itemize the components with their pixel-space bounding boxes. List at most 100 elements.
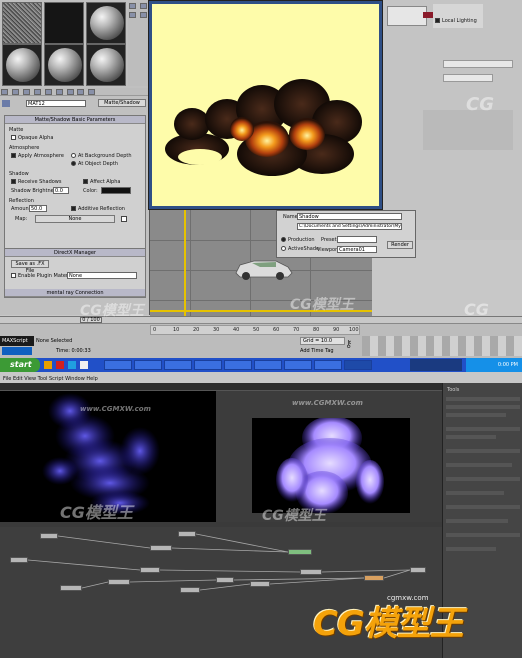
unique-icon[interactable] [55,89,63,95]
fusion-menubar[interactable]: File Edit View Tool Script Window Help [0,375,522,383]
at-object-depth-option[interactable]: At Object Depth [71,161,118,167]
save-fx-button[interactable]: Save as .FX File [11,260,49,274]
map-enable-checkbox[interactable] [121,216,127,222]
watermark: www.CGMXW.com [292,399,363,407]
local-lighting-option[interactable]: Local Lighting [435,18,477,24]
control-row[interactable] [446,505,520,509]
preset-label: Preset: [321,237,339,243]
cg-model-logo: cgmxw.com CG模型王 [313,594,518,644]
clock[interactable]: 0:00 PM [498,360,518,370]
shadow-brightness-field[interactable]: 0.0 [53,187,69,194]
panel-area [423,110,513,150]
map-button[interactable]: None [35,215,115,223]
language-bar[interactable] [410,359,462,371]
control-row[interactable] [446,413,506,417]
taskbar-item[interactable] [314,360,342,370]
effects-channel-icon[interactable] [77,89,85,95]
control-row[interactable] [446,477,520,481]
taskbar-item[interactable] [164,360,192,370]
affect-alpha-option[interactable]: Affect Alpha [83,179,120,185]
taskbar-item[interactable] [134,360,162,370]
material-slot-4[interactable] [2,44,42,86]
taskbar-item[interactable] [284,360,312,370]
show-map-icon[interactable] [88,89,96,95]
directx-manager-title[interactable]: DirectX Manager [5,249,145,257]
time-slider[interactable]: 0 / 100 [0,317,522,324]
receive-shadows-option[interactable]: Receive Shadows [11,179,62,185]
app-icon[interactable] [80,361,88,369]
car-model[interactable] [232,255,294,281]
viewer-right[interactable] [252,418,410,513]
control-row[interactable] [446,397,520,401]
panel-field-3[interactable] [443,74,493,82]
taskbar-item-active[interactable] [344,360,372,370]
control-row[interactable] [446,519,508,523]
at-background-depth-option[interactable]: At Background Depth [71,153,132,159]
apply-atmosphere-option[interactable]: Apply Atmosphere [11,153,64,159]
copy-material-icon[interactable] [44,89,52,95]
taskbar-item[interactable] [254,360,282,370]
control-row[interactable] [446,449,520,453]
panel-field-1[interactable] [387,6,427,26]
background-icon[interactable] [129,12,136,18]
opaque-alpha-option[interactable]: Opaque Alpha [11,135,53,141]
script-input[interactable] [2,347,32,355]
ie-icon[interactable] [44,361,52,369]
app-icon[interactable] [68,361,76,369]
rollout-title[interactable]: Matte/Shadow Basic Parameters [5,116,145,124]
add-time-tag-button[interactable]: Add Time Tag [300,347,345,355]
shadow-color-swatch[interactable] [101,187,131,194]
playback-controls[interactable] [362,336,522,356]
material-type-button[interactable]: Matte/Shadow [98,99,146,107]
additive-reflection-option[interactable]: Additive Reflection [71,206,125,212]
sample-type-icon[interactable] [129,3,136,9]
app-icon[interactable] [56,361,64,369]
control-row[interactable] [446,427,520,431]
active-shade-option[interactable]: ActiveShade [281,246,319,252]
mental-ray-connection-title[interactable]: mental ray Connection [5,289,145,297]
grid-value: Grid = 10.0 [300,337,345,345]
control-row[interactable] [446,533,520,537]
watermark: CG模型王 [60,503,133,522]
reset-material-icon[interactable] [33,89,41,95]
preset-dropdown[interactable] [337,236,377,243]
material-name-field[interactable]: MAT12 [26,100,86,107]
control-row[interactable] [446,491,504,495]
render-button[interactable]: Render [387,241,413,249]
production-option[interactable]: Production [281,237,315,243]
backlight-icon[interactable] [139,3,147,9]
tick-label: 90 [333,327,340,333]
material-slot-1[interactable] [2,2,42,44]
assign-material-icon[interactable] [22,89,30,95]
maxscript-listener[interactable]: MAXScript [0,336,34,346]
output-path-field[interactable]: C:\Documents and Settings\Administrator\… [297,223,402,230]
panel-field-2[interactable] [443,60,513,68]
tick-label: 100 [349,327,359,333]
plugin-dropdown[interactable]: None [67,272,137,279]
control-row[interactable] [446,547,496,551]
material-slot-2[interactable] [44,2,84,44]
start-button[interactable]: start [0,358,40,372]
control-row[interactable] [446,463,512,467]
sample-uv-icon[interactable] [139,12,147,18]
matte-group-label: Matte [9,127,24,133]
enable-plugin-option[interactable]: Enable Plugin Material [11,273,74,279]
color-swatch-red[interactable] [423,12,433,18]
put-material-icon[interactable] [11,89,19,95]
name-field[interactable]: Shadow [297,213,402,220]
material-slot-6[interactable] [86,44,126,86]
key-icon[interactable]: ⚷ [345,339,359,351]
pick-material-icon[interactable] [2,100,10,107]
material-slot-5[interactable] [44,44,84,86]
viewport-dropdown[interactable]: Camera01 [337,246,377,253]
control-row[interactable] [446,435,496,439]
amount-field[interactable]: 50.0 [29,205,47,212]
taskbar-item[interactable] [224,360,252,370]
library-icon[interactable] [66,89,74,95]
taskbar-item[interactable] [194,360,222,370]
taskbar-item[interactable] [104,360,132,370]
control-row[interactable] [446,405,520,409]
material-slot-3[interactable] [86,2,126,44]
get-material-icon[interactable] [1,89,8,95]
track-bar[interactable]: 0 10 20 30 40 50 60 70 80 90 100 [150,325,360,335]
